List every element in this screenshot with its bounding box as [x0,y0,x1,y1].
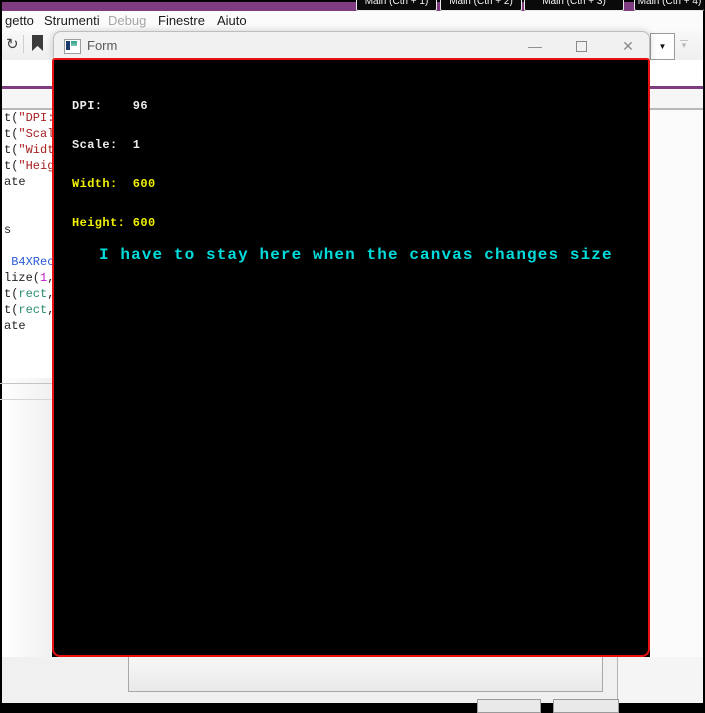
drawing-canvas: DPI: 96 Scale: 1 Width: 600 Height: 600 … [52,58,650,657]
height-readout: Height: 600 [72,216,156,230]
toolbar-separator [23,35,24,53]
dialog-button-left[interactable] [477,699,541,713]
minimize-button[interactable]: — [522,37,548,55]
code-token: t( [4,111,19,125]
code-token: "Scal [18,127,52,141]
menu-item-progetto[interactable]: getto [5,13,34,28]
left-panel-lower [2,378,52,657]
app-window-icon [64,39,81,54]
code-line: t("Scal [2,126,52,142]
toolbar-dropdown[interactable]: ▼ [650,33,675,60]
dialog-button-right[interactable] [553,699,619,713]
width-readout: Width: 600 [72,177,156,191]
code-panel[interactable]: t("DPI: t("Scal t("Widt t("Heig ate s B4XRec l… [2,110,52,378]
code-token: ate [4,319,26,333]
module-button-label: Main (Ctrl + 2) [449,0,513,7]
module-button-main-2[interactable]: Main (Ctrl + 2) [440,0,522,11]
dpi-readout: DPI: 96 [72,99,149,113]
module-button-main-1[interactable]: Main (Ctrl + 1) [356,0,437,11]
code-token: ate [4,175,26,189]
maximize-icon [576,41,587,52]
scale-readout: Scale: 1 [72,138,141,152]
canvas-center-text: I have to stay here when the canvas chan… [99,246,613,264]
code-line: s [2,222,52,238]
menu-item-aiuto[interactable]: Aiuto [217,13,247,28]
module-button-label: Main (Ctrl + 3) [542,0,606,7]
overflow-dropdown-icon[interactable]: ▾ [678,39,690,51]
module-button-label: Main (Ctrl + 4) [637,0,702,7]
module-button-main-4[interactable]: Main (Ctrl + 4) [634,0,704,11]
module-button-main-3[interactable]: Main (Ctrl + 3) [524,0,624,11]
menu-item-finestre[interactable]: Finestre [158,13,205,28]
code-token: s [4,223,12,237]
panel-divider [0,383,52,384]
module-button-label: Main (Ctrl + 1) [364,0,429,7]
form-window-titlebar[interactable]: Form — ✕ [53,31,650,59]
canvas-info-block: DPI: 96 Scale: 1 Width: 600 Height: 600 [72,74,156,256]
menu-bar: getto Strumenti Debug Finestre Aiuto [2,11,703,32]
icon-detail [71,41,77,46]
right-panel [650,110,703,657]
code-token: t( [4,143,19,157]
code-token: B4XRec [11,255,52,269]
bottom-right-panel [618,657,703,703]
code-token: rect [18,287,48,301]
code-token: "Widt [18,143,52,157]
code-token: t( [4,159,19,173]
code-line: t("Heig [2,158,52,174]
panel-divider [0,399,52,400]
code-line: lize(1, [2,270,52,286]
desktop: { "colors": { "accent_purple": "#803c80"… [0,0,705,713]
code-token: t( [4,127,19,141]
vertical-divider [617,657,618,703]
close-icon: ✕ [622,38,634,54]
window-title: Form [87,38,118,53]
code-token: t( [4,303,19,317]
code-line: t(rect, [2,286,52,302]
code-line: t("Widt [2,142,52,158]
code-token: t( [4,287,19,301]
code-line: t(rect, [2,302,52,318]
code-token: "DPI: [18,111,52,125]
maximize-button[interactable] [568,37,594,55]
icon-detail [66,41,70,50]
code-line: B4XRec [2,254,52,270]
code-token: "Heig [18,159,52,173]
menu-item-strumenti[interactable]: Strumenti [44,13,100,28]
code-line: ate [2,174,52,190]
close-button[interactable]: ✕ [615,37,641,55]
code-token: lize( [4,271,41,285]
minimize-icon: — [528,38,542,54]
menu-item-debug: Debug [108,13,147,28]
redo-icon[interactable]: ↻ [6,35,19,53]
code-line: t("DPI: [2,110,52,126]
code-line: ate [2,318,52,334]
chevron-down-icon: ▾ [681,40,687,50]
chevron-down-icon: ▼ [658,42,667,51]
code-token: rect [18,303,48,317]
